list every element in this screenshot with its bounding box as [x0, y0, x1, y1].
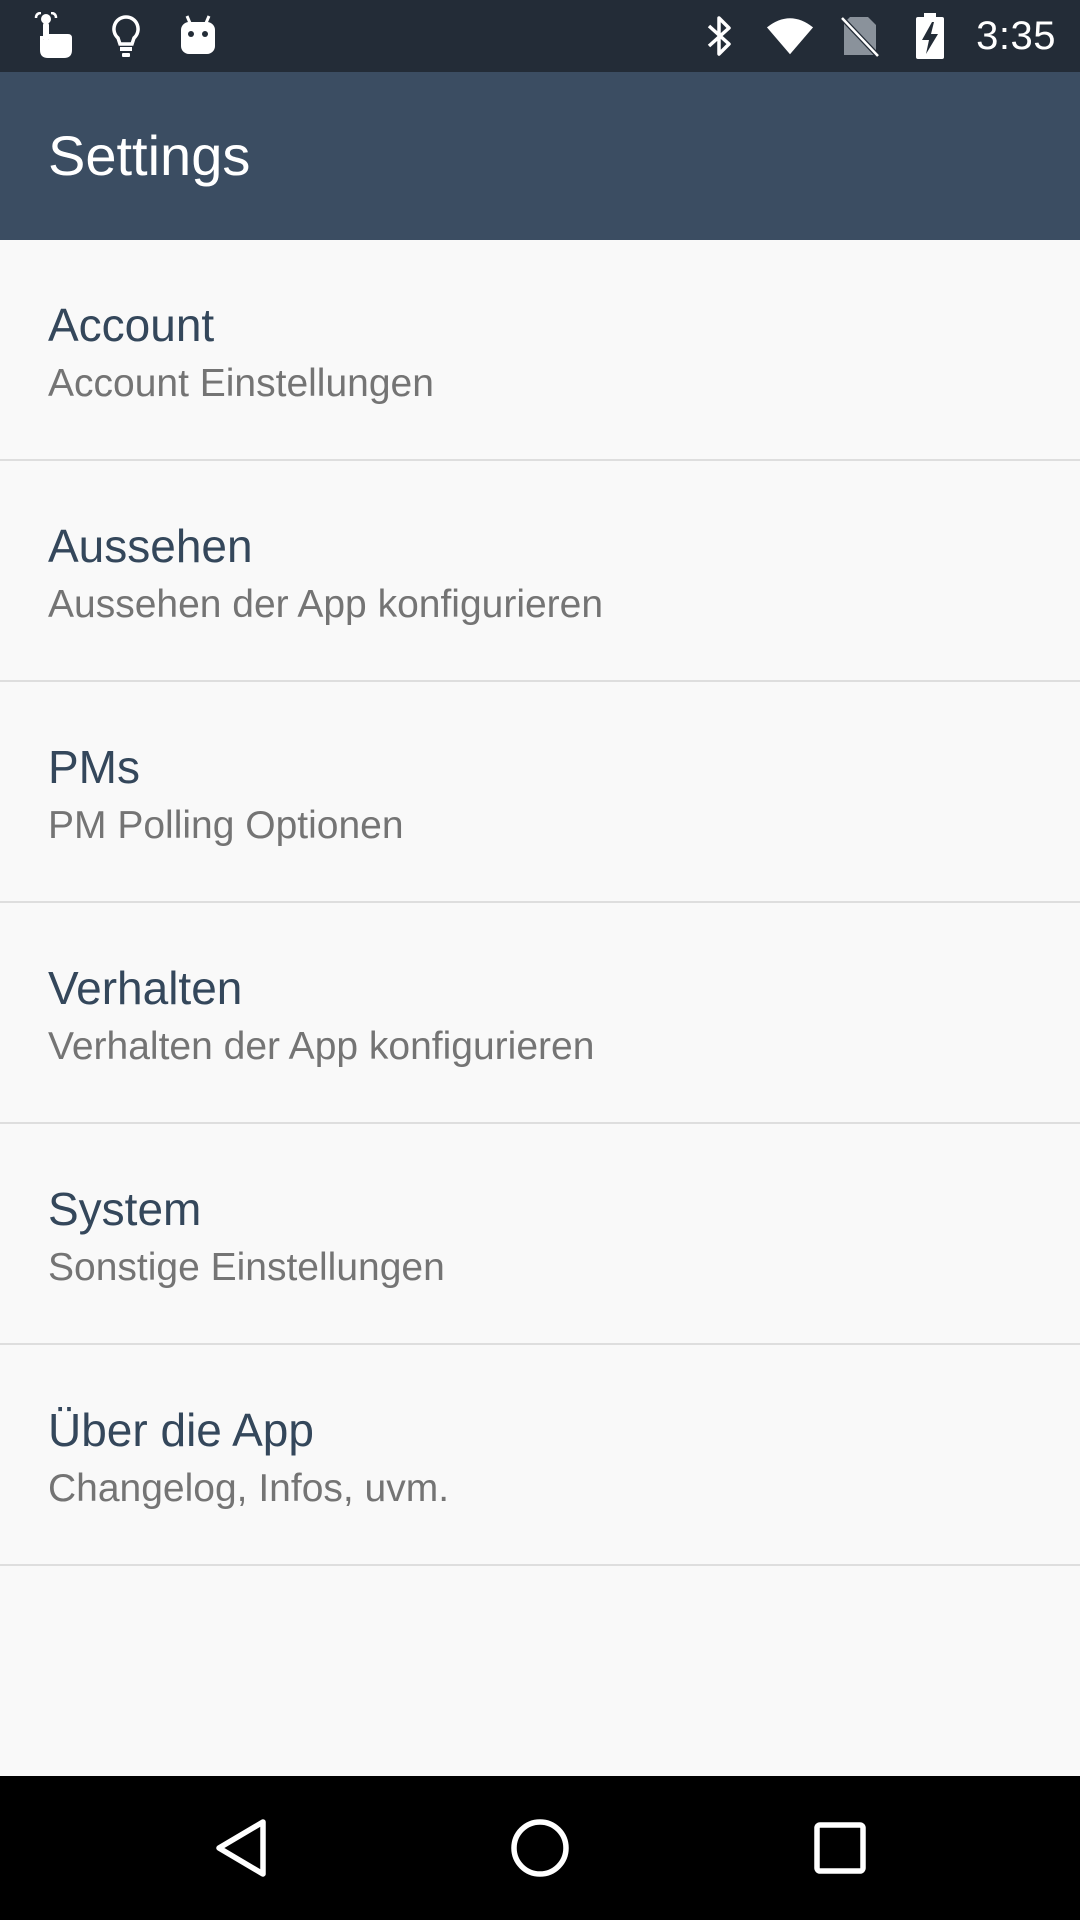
pref-summary: Aussehen der App konfigurieren: [48, 583, 604, 626]
pref-summary: PM Polling Optionen: [48, 804, 404, 847]
status-clock: 3:35: [976, 14, 1056, 58]
back-icon[interactable]: [205, 1812, 277, 1884]
settings-screen: 3:35 Settings Account Account Einstellun…: [0, 0, 1080, 1920]
battery-charging-icon: [906, 12, 954, 60]
wifi-icon: [766, 12, 814, 60]
page-title: Settings: [48, 124, 251, 187]
pref-item-pms[interactable]: PMs PM Polling Optionen: [0, 682, 1080, 903]
pref-item-aussehen[interactable]: Aussehen Aussehen der App konfigurieren: [0, 461, 1080, 682]
pref-item-account[interactable]: Account Account Einstellungen: [0, 240, 1080, 461]
notification-icons: [30, 12, 222, 60]
android-icon: [174, 12, 222, 60]
pref-item-verhalten[interactable]: Verhalten Verhalten der App konfiguriere…: [0, 903, 1080, 1124]
pref-item-system[interactable]: System Sonstige Einstellungen: [0, 1124, 1080, 1345]
pref-summary: Sonstige Einstellungen: [48, 1246, 445, 1289]
pref-title: Aussehen: [48, 520, 253, 572]
touch-hand-icon: [30, 12, 78, 60]
app-toolbar: Settings: [0, 72, 1080, 240]
status-bar: 3:35: [0, 0, 1080, 72]
pref-summary: Account Einstellungen: [48, 362, 434, 405]
preference-list: Account Account Einstellungen Aussehen A…: [0, 240, 1080, 1566]
system-status-icons: 3:35: [696, 8, 1056, 64]
navigation-bar: [0, 1776, 1080, 1920]
lightbulb-icon: [102, 12, 150, 60]
pref-summary: Verhalten der App konfigurieren: [48, 1025, 595, 1068]
pref-title: PMs: [48, 741, 140, 793]
pref-title: Über die App: [48, 1404, 314, 1456]
pref-summary: Changelog, Infos, uvm.: [48, 1467, 450, 1510]
bluetooth-icon: [696, 12, 744, 60]
pref-title: Verhalten: [48, 962, 243, 1014]
pref-title: System: [48, 1183, 202, 1235]
no-sim-icon: [836, 12, 884, 60]
pref-item-about[interactable]: Über die App Changelog, Infos, uvm.: [0, 1345, 1080, 1566]
recents-icon[interactable]: [804, 1812, 876, 1884]
home-icon[interactable]: [504, 1812, 576, 1884]
pref-title: Account: [48, 299, 215, 351]
